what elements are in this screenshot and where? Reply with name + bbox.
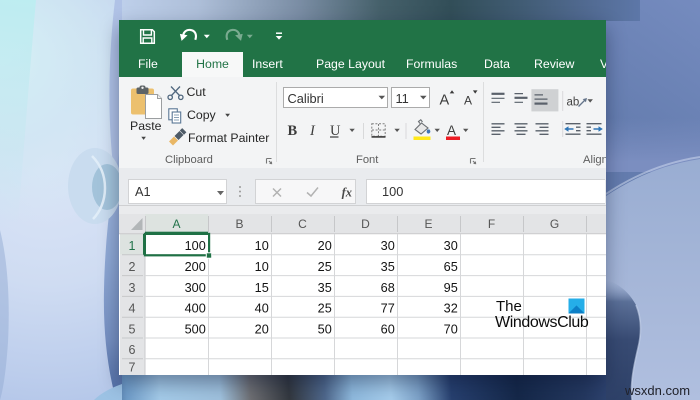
- svg-text:20: 20: [318, 239, 332, 253]
- svg-text:ab: ab: [567, 97, 580, 109]
- svg-text:D: D: [361, 217, 370, 231]
- svg-text:300: 300: [185, 281, 206, 295]
- svg-text:32: 32: [444, 302, 458, 316]
- svg-text:I: I: [309, 123, 316, 139]
- svg-text:A: A: [464, 94, 472, 108]
- svg-text:B: B: [235, 217, 243, 231]
- svg-text:A: A: [440, 93, 450, 109]
- svg-text:G: G: [550, 217, 559, 231]
- svg-text:65: 65: [444, 260, 458, 274]
- svg-text:4: 4: [129, 302, 136, 316]
- svg-text:F: F: [488, 217, 495, 231]
- svg-text:40: 40: [255, 302, 269, 316]
- svg-text:7: 7: [129, 361, 136, 375]
- svg-text:35: 35: [318, 281, 332, 295]
- svg-text:E: E: [424, 217, 432, 231]
- svg-text:25: 25: [318, 302, 332, 316]
- svg-text:25: 25: [318, 260, 332, 274]
- svg-text:1: 1: [129, 239, 136, 253]
- svg-text:95: 95: [444, 281, 458, 295]
- svg-text:200: 200: [185, 260, 206, 274]
- svg-text:30: 30: [381, 239, 395, 253]
- svg-text:A: A: [172, 217, 180, 231]
- svg-text:70: 70: [444, 322, 458, 336]
- svg-text:68: 68: [381, 281, 395, 295]
- svg-text:100: 100: [185, 239, 206, 253]
- svg-text:35: 35: [381, 260, 395, 274]
- svg-text:15: 15: [255, 281, 269, 295]
- svg-text:C: C: [298, 217, 307, 231]
- svg-text:20: 20: [255, 322, 269, 336]
- svg-text:77: 77: [381, 302, 395, 316]
- svg-text:400: 400: [185, 302, 206, 316]
- svg-text:500: 500: [185, 322, 206, 336]
- svg-text:2: 2: [129, 260, 136, 274]
- svg-text:fx: fx: [342, 186, 352, 200]
- svg-text:6: 6: [129, 343, 136, 357]
- svg-text:60: 60: [381, 322, 395, 336]
- svg-text:A: A: [447, 123, 456, 138]
- svg-text:3: 3: [129, 281, 136, 295]
- svg-text:50: 50: [318, 322, 332, 336]
- svg-text:10: 10: [255, 260, 269, 274]
- svg-text:10: 10: [255, 239, 269, 253]
- svg-text:30: 30: [444, 239, 458, 253]
- svg-text:5: 5: [129, 322, 136, 336]
- svg-text:B: B: [288, 123, 298, 139]
